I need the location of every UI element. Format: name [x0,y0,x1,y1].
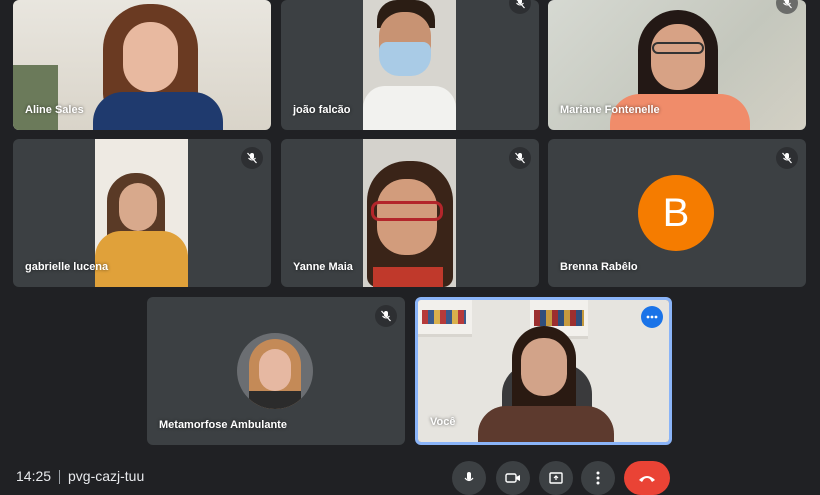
meeting-time: 14:25 [16,468,52,484]
participant-tile-metamorfose-ambulante[interactable]: Metamorfose Ambulante [147,297,405,445]
more-options-button[interactable] [581,461,615,495]
meeting-code: pvg-cazj-tuu [68,468,145,484]
mic-off-icon [509,147,531,169]
participant-name: Yanne Maia [293,261,353,273]
avatar-face [259,349,291,391]
avatar-shirt [249,391,301,409]
phone-hangup-icon [639,476,655,482]
background-bookshelf [418,300,472,337]
mic-off-icon [509,0,531,14]
participant-name: Brenna Rabêlo [560,261,638,273]
person-shirt [363,86,456,130]
participant-tile-yanne-maia[interactable]: Yanne Maia [281,139,539,287]
participant-tile-self[interactable]: Você [415,297,672,445]
participant-video [363,139,456,287]
mic-off-icon [241,147,263,169]
participant-tile-gabrielle-lucena[interactable]: gabrielle lucena [13,139,271,287]
microphone-icon [464,472,474,482]
more-options-button[interactable] [641,306,663,328]
participant-tile-joao-falcao[interactable]: joão falcão [281,0,539,130]
glasses [371,201,443,221]
avatar [237,333,313,409]
participant-name: Você [430,416,456,428]
more-vert-icon [596,471,600,485]
participant-tile-mariane-fontenelle[interactable]: Mariane Fontenelle [548,0,806,130]
present-screen-icon [549,472,563,484]
person-shirt [95,231,188,287]
microphone-button[interactable] [452,461,486,495]
participant-name: Mariane Fontenelle [560,104,660,116]
participant-name: gabrielle lucena [25,261,109,273]
camera-icon [505,473,520,483]
participant-video [363,0,456,130]
divider [59,470,60,484]
camera-button[interactable] [496,461,530,495]
end-call-button[interactable] [624,461,670,495]
mic-off-icon [776,147,798,169]
mic-off-icon [375,305,397,327]
person-shirt [93,92,223,130]
person-face [123,22,178,92]
face-mask [379,42,431,76]
person-face [119,183,157,231]
participant-tile-aline-sales[interactable]: Aline Sales [13,0,271,130]
glasses [652,42,704,54]
person-face [651,24,705,90]
participant-video [95,139,188,287]
person-shirt [478,406,614,442]
avatar: B [638,175,714,251]
background-shelf [13,65,58,130]
participant-name: Aline Sales [25,104,84,116]
participant-name: joão falcão [293,104,351,116]
participant-video [418,300,669,442]
person-face [521,338,567,396]
person-shirt [373,267,443,287]
bottom-bar: 14:25 pvg-cazj-tuu [0,462,820,484]
participant-tile-brenna-rabelo[interactable]: B Brenna Rabêlo [548,139,806,287]
participant-name: Metamorfose Ambulante [159,419,287,431]
present-screen-button[interactable] [539,461,573,495]
